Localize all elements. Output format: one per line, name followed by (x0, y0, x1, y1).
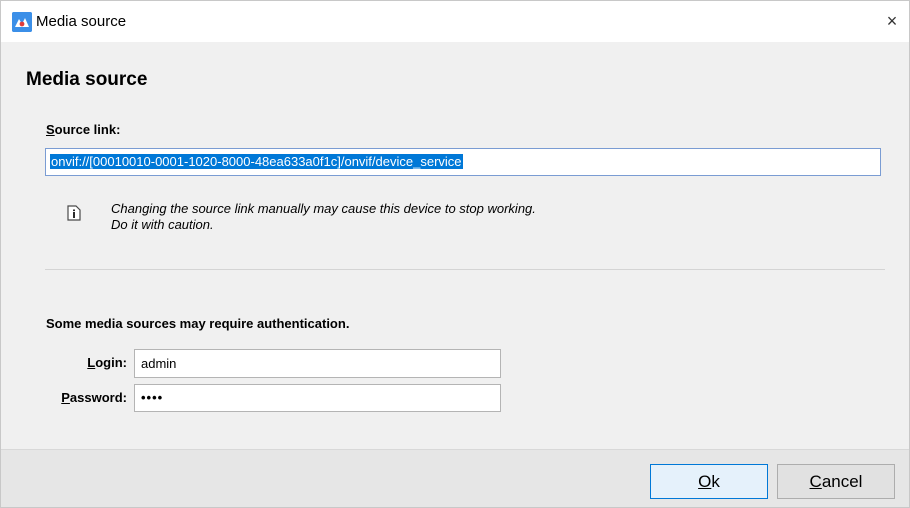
login-label-rest: ogin: (95, 355, 127, 370)
divider (45, 269, 885, 270)
ok-button-rest: k (711, 472, 720, 491)
dialog-body: Media source Source link: onvif://[00010… (1, 42, 909, 449)
cancel-button-mnemonic: C (809, 472, 822, 491)
warning-line-2: Do it with caution. (111, 217, 214, 232)
source-link-input[interactable]: onvif://[00010010-0001-1020-8000-48ea633… (45, 148, 881, 176)
login-input[interactable]: admin (134, 349, 501, 378)
warning-line-1: Changing the source link manually may ca… (111, 201, 536, 216)
close-icon[interactable]: × (875, 1, 909, 42)
cancel-button-rest: ancel (821, 472, 863, 491)
source-link-label-mnemonic: S (46, 122, 55, 137)
title-bar[interactable]: Media source × (1, 1, 909, 42)
page-title: Media source (26, 69, 148, 90)
login-label: Login: (67, 355, 127, 370)
button-bar: Ok Cancel (1, 449, 909, 507)
auth-note: Some media sources may require authentic… (46, 316, 350, 331)
info-icon (67, 205, 81, 221)
password-label-rest: assword: (69, 390, 127, 405)
password-input[interactable]: •••• (134, 384, 501, 412)
cancel-button[interactable]: Cancel (777, 464, 895, 499)
window-title: Media source (36, 13, 127, 30)
source-link-value: onvif://[00010010-0001-1020-8000-48ea633… (50, 154, 463, 169)
ok-button[interactable]: Ok (650, 464, 768, 499)
password-label-mnemonic: P (61, 390, 70, 405)
media-source-dialog: Media source × Media source Source link:… (0, 0, 910, 508)
source-link-label: Source link: (46, 122, 120, 137)
app-logo-icon (12, 12, 32, 32)
warning-message: Changing the source link manually may ca… (111, 201, 536, 233)
source-link-label-rest: ource link: (54, 122, 121, 137)
ok-button-mnemonic: O (698, 472, 712, 491)
password-label: Password: (47, 390, 127, 405)
